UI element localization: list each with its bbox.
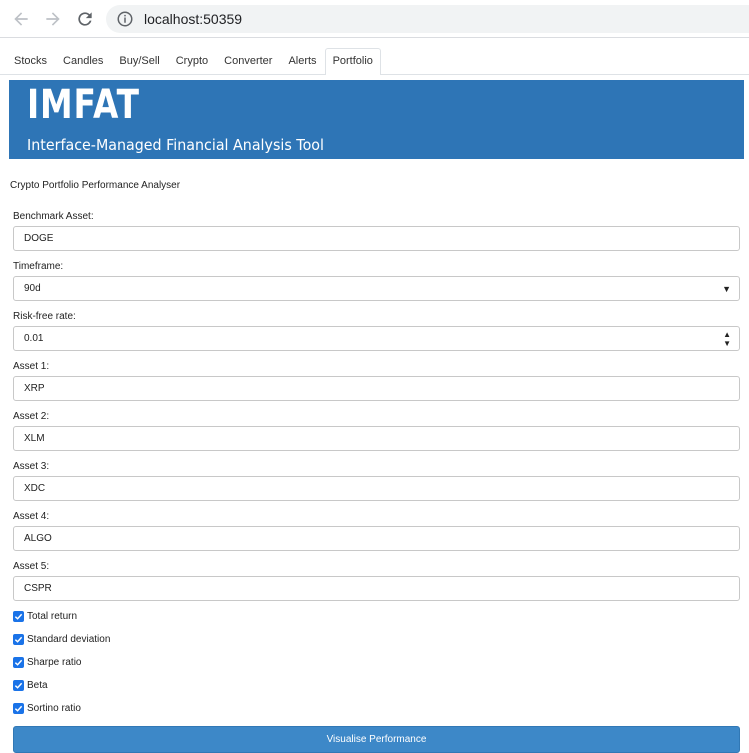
asset-3-value: XDC — [24, 483, 46, 494]
back-button[interactable] — [6, 4, 36, 34]
benchmark-value: DOGE — [24, 233, 54, 244]
page-title: Crypto Portfolio Performance Analyser — [10, 180, 181, 191]
tab-converter[interactable]: Converter — [216, 48, 280, 74]
asset-4-group: Asset 4: ALGO — [13, 511, 740, 551]
address-bar[interactable]: localhost:50359 — [106, 4, 749, 33]
asset-3-label: Asset 3: — [13, 461, 50, 472]
tab-buy-sell[interactable]: Buy/Sell — [111, 48, 167, 74]
checkmark-icon — [14, 705, 23, 712]
info-icon[interactable] — [116, 10, 134, 28]
checkbox-sortino-ratio[interactable] — [13, 703, 24, 714]
forward-button[interactable] — [38, 4, 68, 34]
timeframe-label: Timeframe: — [13, 261, 64, 272]
timeframe-group: Timeframe: 90d ▼ — [13, 261, 740, 301]
app-subtitle: Interface-Managed Financial Analysis Too… — [27, 136, 324, 154]
url-text: localhost:50359 — [144, 10, 243, 27]
asset-4-label: Asset 4: — [13, 511, 50, 522]
browser-toolbar: localhost:50359 — [0, 0, 749, 38]
asset-3-input[interactable]: XDC — [13, 476, 740, 501]
asset-4-value: ALGO — [24, 533, 52, 544]
asset-1-group: Asset 1: XRP — [13, 361, 740, 401]
header-banner: IMFAT Interface-Managed Financial Analys… — [9, 80, 744, 159]
tab-crypto[interactable]: Crypto — [168, 48, 216, 74]
metric-sortino-ratio[interactable]: Sortino ratio — [13, 703, 740, 714]
risk-free-value: 0.01 — [24, 333, 44, 344]
asset-1-input[interactable]: XRP — [13, 376, 740, 401]
arrow-right-icon — [46, 11, 60, 26]
asset-1-label: Asset 1: — [13, 361, 50, 372]
asset-5-group: Asset 5: CSPR — [13, 561, 740, 601]
asset-1-value: XRP — [24, 383, 45, 394]
reload-button[interactable] — [70, 4, 100, 34]
metric-total-return[interactable]: Total return — [13, 611, 740, 622]
checkmark-icon — [14, 659, 23, 666]
main-content: Crypto Portfolio Performance Analyser Be… — [0, 180, 749, 753]
visualise-performance-button[interactable]: Visualise Performance — [13, 726, 740, 753]
asset-2-group: Asset 2: XLM — [13, 411, 740, 451]
benchmark-group: Benchmark Asset: DOGE — [13, 211, 740, 251]
checkmark-icon — [14, 613, 23, 620]
metric-beta[interactable]: Beta — [13, 680, 740, 691]
app-title: IMFAT — [27, 82, 140, 128]
arrow-left-icon — [14, 11, 28, 26]
checkbox-beta[interactable] — [13, 680, 24, 691]
metric-sharpe-ratio[interactable]: Sharpe ratio — [13, 657, 740, 668]
checkmark-icon — [14, 682, 23, 689]
metric-label: Beta — [27, 680, 48, 691]
asset-5-value: CSPR — [24, 583, 52, 594]
metric-standard-deviation[interactable]: Standard deviation — [13, 634, 740, 645]
checkbox-sharpe-ratio[interactable] — [13, 657, 24, 668]
checkbox-standard-deviation[interactable] — [13, 634, 24, 645]
spinner-arrows-icon[interactable]: ▲ ▼ — [723, 330, 731, 348]
tab-bar: Stocks Candles Buy/Sell Crypto Converter… — [0, 44, 749, 75]
tab-stocks[interactable]: Stocks — [6, 48, 55, 74]
reload-icon — [78, 11, 92, 26]
timeframe-select[interactable]: 90d ▼ — [13, 276, 740, 301]
asset-2-input[interactable]: XLM — [13, 426, 740, 451]
asset-5-input[interactable]: CSPR — [13, 576, 740, 601]
asset-2-value: XLM — [24, 433, 45, 444]
risk-free-label: Risk-free rate: — [13, 311, 76, 322]
tab-portfolio[interactable]: Portfolio — [324, 48, 381, 75]
asset-2-label: Asset 2: — [13, 411, 50, 422]
benchmark-input[interactable]: DOGE — [13, 226, 740, 251]
metric-label: Sharpe ratio — [27, 657, 82, 668]
tab-alerts[interactable]: Alerts — [280, 48, 324, 74]
timeframe-value: 90d — [24, 283, 41, 294]
metric-label: Sortino ratio — [27, 703, 81, 714]
metric-label: Standard deviation — [27, 634, 111, 645]
asset-4-input[interactable]: ALGO — [13, 526, 740, 551]
dropdown-arrow-icon: ▼ — [722, 284, 731, 294]
risk-free-input[interactable]: 0.01 ▲ ▼ — [13, 326, 740, 351]
metric-label: Total return — [27, 611, 78, 622]
asset-3-group: Asset 3: XDC — [13, 461, 740, 501]
asset-5-label: Asset 5: — [13, 561, 50, 572]
checkbox-total-return[interactable] — [13, 611, 24, 622]
benchmark-label: Benchmark Asset: — [13, 211, 94, 222]
tab-candles[interactable]: Candles — [55, 48, 111, 74]
risk-free-group: Risk-free rate: 0.01 ▲ ▼ — [13, 311, 740, 351]
checkmark-icon — [14, 636, 23, 643]
